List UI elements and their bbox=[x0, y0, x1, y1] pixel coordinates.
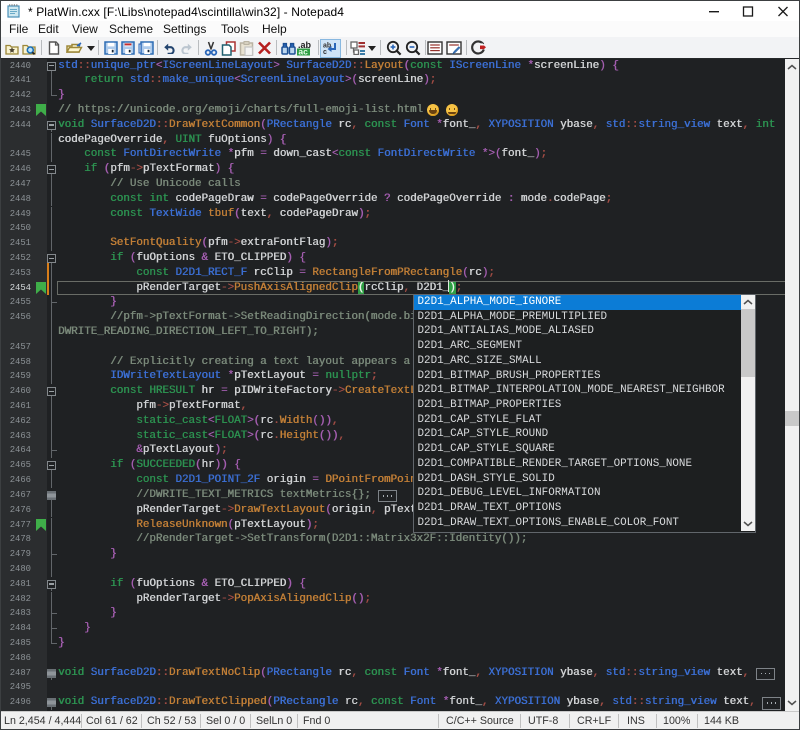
svg-text:ac: ac bbox=[298, 46, 308, 55]
svg-text:c: c bbox=[323, 49, 327, 55]
